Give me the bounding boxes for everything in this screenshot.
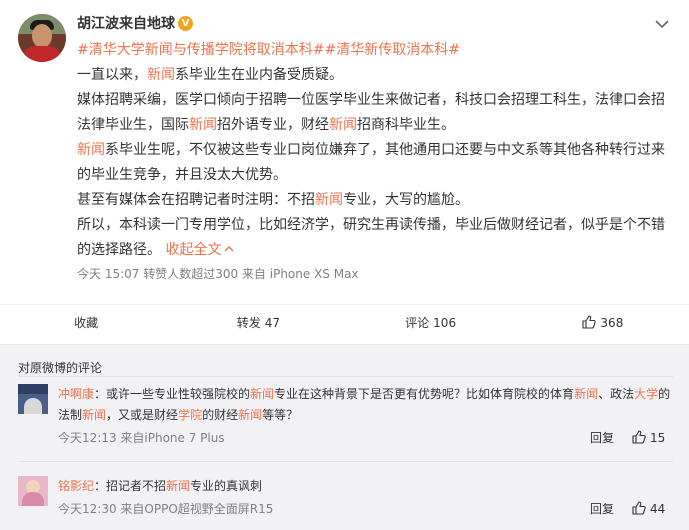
text-segment: ：或许一些专业性较强院校的 (94, 387, 251, 401)
comment-item: 铭影纪：招记者不招新闻专业的真讽刺 今天12:30 来自OPPO超视野全面屏R1… (18, 476, 673, 526)
post-paragraph: 甚至有媒体会在招聘记者时注明：不招新闻专业，大写的尴尬。 (77, 188, 672, 213)
text-segment: 等等？ (262, 408, 299, 422)
text-segment: 的财经 (202, 408, 239, 422)
thumbs-up-icon (582, 315, 597, 329)
topic-link[interactable]: #清华大学新闻与传播学院将取消本科# (77, 42, 324, 58)
action-bar: 收藏 转发 47 评论 106 368 (0, 304, 689, 342)
highlight-keyword[interactable]: 新闻 (329, 117, 357, 133)
comment-text: 铭影纪：招记者不招新闻专业的真讽刺 (58, 476, 673, 497)
highlight-keyword[interactable]: 新闻 (315, 192, 343, 208)
text-segment: 专业在这种背景下是否更有优势呢？比如体育院校的体育 (274, 387, 575, 401)
highlight-keyword[interactable]: 新闻 (574, 387, 598, 401)
highlight-keyword[interactable]: 新闻 (82, 408, 106, 422)
text-segment: 系毕业生呢，不仅被这些专业口岗位嫌弃了，其他通用口还要与中文系等其他各种转行过来… (77, 142, 665, 183)
text-segment: 招外语专业，财经 (217, 117, 329, 133)
topic-line: #清华大学新闻与传播学院将取消本科##清华新传取消本科# (77, 38, 672, 63)
divider (18, 376, 673, 377)
text-segment: 招商科毕业生。 (357, 117, 455, 133)
text-segment: 系毕业生在业内备受质疑。 (175, 67, 343, 83)
comment-meta: 今天12:30 来自OPPO超视野全面屏R15 (58, 502, 274, 516)
like-button[interactable]: 368 (517, 305, 689, 342)
commenter-name[interactable]: 铭影纪 (58, 479, 94, 493)
comment-text: 冲啊康：或许一些专业性较强院校的新闻专业在这种背景下是否更有优势呢？比如体育院校… (58, 384, 673, 426)
comment-like-button[interactable]: 44 (632, 501, 665, 517)
post-paragraph: 一直以来，新闻系毕业生在业内备受质疑。 (77, 63, 672, 88)
comment-like-button[interactable]: 15 (632, 430, 665, 446)
post-username[interactable]: 胡江波来自地球 (77, 14, 175, 34)
chevron-up-icon (224, 246, 234, 252)
comments-title: 对原微博的评论 (18, 361, 103, 375)
highlight-keyword[interactable]: 新闻 (166, 479, 190, 493)
highlight-keyword[interactable]: 新闻 (147, 67, 175, 83)
topic-link[interactable]: #清华新传取消本科# (324, 42, 459, 58)
post-paragraph: 媒体招聘采编，医学口倾向于招聘一位医学毕业生来做记者，科技口会招理工科生，法律口… (77, 88, 672, 138)
text-segment: ：招记者不招 (94, 479, 167, 493)
commenter-avatar[interactable] (18, 476, 48, 506)
thumbs-up-icon (632, 501, 646, 515)
highlight-keyword[interactable]: 新闻 (189, 117, 217, 133)
commenter-name[interactable]: 冲啊康 (58, 387, 94, 401)
chevron-down-icon[interactable] (654, 16, 670, 32)
post-paragraph: 所以，本科读一门专用学位，比如经济学，研究生再读传播，毕业后做财经记者，似乎是个… (77, 213, 672, 263)
text-segment: 、政法 (598, 387, 635, 401)
text-segment: 专业的真讽刺 (190, 479, 263, 493)
commenter-avatar[interactable] (18, 384, 48, 414)
comment-item: 冲啊康：或许一些专业性较强院校的新闻专业在这种背景下是否更有优势呢？比如体育院校… (18, 384, 673, 464)
post-meta: 今天 15:07 转赞人数超过300 来自 iPhone XS Max (77, 267, 359, 281)
highlight-keyword[interactable]: 新闻 (77, 142, 105, 158)
reply-button[interactable]: 回复 (590, 430, 614, 446)
comment-meta: 今天12:13 来自iPhone 7 Plus (58, 431, 225, 445)
thumbs-up-icon (632, 430, 646, 444)
highlight-keyword[interactable]: 学院 (178, 408, 202, 422)
text-segment: ，又或是财经 (106, 408, 179, 422)
reply-button[interactable]: 回复 (590, 501, 614, 517)
collapse-link[interactable]: 收起全文 (165, 242, 234, 258)
favorite-button[interactable]: 收藏 (0, 305, 172, 342)
divider (18, 461, 673, 462)
highlight-keyword[interactable]: 新闻 (250, 387, 274, 401)
post-paragraph: 新闻系毕业生呢，不仅被这些专业口岗位嫌弃了，其他通用口还要与中文系等其他各种转行… (77, 138, 672, 188)
highlight-keyword[interactable]: 大学 (634, 387, 658, 401)
highlight-keyword[interactable]: 新闻 (238, 408, 262, 422)
post-content: #清华大学新闻与传播学院将取消本科##清华新传取消本科# 一直以来，新闻系毕业生… (77, 38, 672, 263)
text-segment: 专业，大写的尴尬。 (343, 192, 469, 208)
text-segment: 一直以来， (77, 67, 147, 83)
repost-button[interactable]: 转发 47 (172, 305, 344, 342)
user-avatar[interactable] (18, 14, 66, 62)
weibo-post-card: 胡江波来自地球 V #清华大学新闻与传播学院将取消本科##清华新传取消本科# 一… (0, 0, 689, 345)
verified-badge-icon: V (178, 16, 193, 31)
comment-button[interactable]: 评论 106 (345, 305, 517, 342)
text-segment: 甚至有媒体会在招聘记者时注明：不招 (77, 192, 315, 208)
